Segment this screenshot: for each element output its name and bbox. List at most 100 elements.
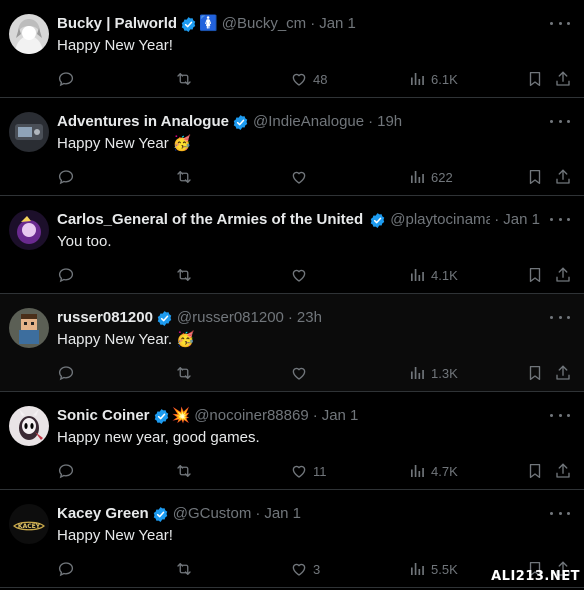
views-button[interactable]: 5.5K — [408, 559, 458, 579]
view-count: 4.1K — [431, 267, 458, 283]
heart-icon — [290, 168, 308, 186]
bar-chart-icon — [408, 560, 426, 578]
bookmark-button[interactable] — [526, 69, 544, 89]
heart-icon — [290, 70, 308, 88]
like-button[interactable]: 11 — [290, 461, 327, 481]
tweet-text: Happy New Year! — [57, 37, 173, 54]
like-button[interactable] — [290, 265, 313, 285]
more-options-icon[interactable] — [550, 310, 570, 324]
tweet-actions: 48 6.1K — [57, 69, 570, 89]
timestamp[interactable]: 23h — [297, 308, 322, 328]
tweet[interactable]: Sonic Coiner 💥 @nocoiner88869 · Jan 1 Ha… — [0, 392, 584, 490]
share-button[interactable] — [554, 461, 572, 481]
bookmark-icon — [526, 266, 544, 284]
bookmark-button[interactable] — [526, 461, 544, 481]
like-button[interactable]: 48 — [290, 69, 327, 89]
tweet[interactable]: Carlos_General of the Armies of the Unit… — [0, 196, 584, 294]
retweet-button[interactable] — [175, 461, 193, 481]
tweet-text: You too. — [57, 233, 112, 250]
more-options-icon[interactable] — [550, 212, 570, 226]
reply-button[interactable] — [57, 265, 75, 285]
like-button[interactable] — [290, 167, 313, 187]
user-handle[interactable]: @IndieAnalogue — [253, 112, 364, 132]
bookmark-button[interactable] — [526, 265, 544, 285]
avatar[interactable] — [9, 14, 49, 54]
like-count: 48 — [313, 71, 328, 87]
user-handle[interactable]: @playtocinama — [390, 210, 490, 230]
share-icon — [554, 266, 572, 284]
avatar[interactable] — [9, 112, 49, 152]
tweet-actions: 622 — [57, 167, 570, 187]
retweet-button[interactable] — [175, 69, 193, 89]
timestamp[interactable]: 19h — [377, 112, 402, 132]
verified-badge-icon — [366, 212, 386, 229]
tweet[interactable]: Adventures in Analogue @IndieAnalogue · … — [0, 98, 584, 196]
timestamp[interactable]: Jan 1 — [322, 406, 359, 426]
retweet-button[interactable] — [175, 265, 193, 285]
view-count: 4.7K — [431, 463, 458, 479]
display-name[interactable]: Kacey Green — [57, 504, 149, 524]
user-handle[interactable]: @GCustom — [173, 504, 252, 524]
bar-chart-icon — [408, 364, 426, 382]
display-name[interactable]: russer081200 — [57, 308, 153, 328]
display-name[interactable]: Carlos_General of the Armies of the Unit… — [57, 210, 366, 230]
display-name[interactable]: Sonic Coiner — [57, 406, 150, 426]
avatar[interactable] — [9, 406, 49, 446]
reply-button[interactable] — [57, 559, 75, 579]
reply-button[interactable] — [57, 167, 75, 187]
tweet-actions: 1.3K — [57, 363, 570, 383]
retweet-button[interactable] — [175, 167, 193, 187]
retweet-button[interactable] — [175, 363, 193, 383]
retweet-icon — [175, 462, 193, 480]
reply-button[interactable] — [57, 69, 75, 89]
display-name[interactable]: Bucky | Palworld — [57, 14, 177, 34]
reply-icon — [57, 462, 75, 480]
retweet-icon — [175, 266, 193, 284]
timeline: Bucky | Palworld 🚺 @Bucky_cm · Jan 1 Hap… — [0, 0, 584, 588]
more-options-icon[interactable] — [550, 114, 570, 128]
user-handle[interactable]: @nocoiner88869 — [194, 406, 308, 426]
retweet-icon — [175, 560, 193, 578]
timestamp[interactable]: Jan 1 — [319, 14, 356, 34]
avatar[interactable] — [9, 210, 49, 250]
views-button[interactable]: 4.1K — [408, 265, 458, 285]
retweet-button[interactable] — [175, 559, 193, 579]
timestamp[interactable]: Jan 1 — [503, 210, 540, 230]
user-handle[interactable]: @russer081200 — [177, 308, 284, 328]
more-options-icon[interactable] — [550, 506, 570, 520]
reply-button[interactable] — [57, 363, 75, 383]
separator-dot: · — [255, 505, 261, 522]
share-button[interactable] — [554, 167, 572, 187]
tweet[interactable]: russer081200 @russer081200 · 23h Happy N… — [0, 294, 584, 392]
share-button[interactable] — [554, 363, 572, 383]
share-button[interactable] — [554, 265, 572, 285]
bookmark-button[interactable] — [526, 363, 544, 383]
bar-chart-icon — [408, 70, 426, 88]
views-button[interactable]: 4.7K — [408, 461, 458, 481]
tweet-header: Adventures in Analogue @IndieAnalogue · … — [57, 112, 540, 132]
tweet[interactable]: Bucky | Palworld 🚺 @Bucky_cm · Jan 1 Hap… — [0, 0, 584, 98]
profile-emoji: 🚺 — [199, 15, 218, 32]
view-count: 1.3K — [431, 365, 458, 381]
timestamp[interactable]: Jan 1 — [264, 504, 301, 524]
views-button[interactable]: 6.1K — [408, 69, 458, 89]
like-button[interactable]: 3 — [290, 559, 320, 579]
views-button[interactable]: 1.3K — [408, 363, 458, 383]
display-name[interactable]: Adventures in Analogue — [57, 112, 229, 132]
retweet-icon — [175, 168, 193, 186]
like-button[interactable] — [290, 363, 313, 383]
bookmark-button[interactable] — [526, 167, 544, 187]
avatar[interactable]: KACEY — [9, 504, 49, 544]
more-options-icon[interactable] — [550, 16, 570, 30]
more-options-icon[interactable] — [550, 408, 570, 422]
verified-badge-icon — [149, 506, 169, 523]
reply-button[interactable] — [57, 461, 75, 481]
user-handle[interactable]: @Bucky_cm — [222, 14, 306, 34]
avatar[interactable] — [9, 308, 49, 348]
reply-icon — [57, 168, 75, 186]
views-button[interactable]: 622 — [408, 167, 453, 187]
separator-dot: · — [312, 407, 318, 424]
separator-dot: · — [368, 113, 374, 130]
tweet-text: Happy New Year 🥳 — [57, 135, 192, 152]
share-button[interactable] — [554, 69, 572, 89]
